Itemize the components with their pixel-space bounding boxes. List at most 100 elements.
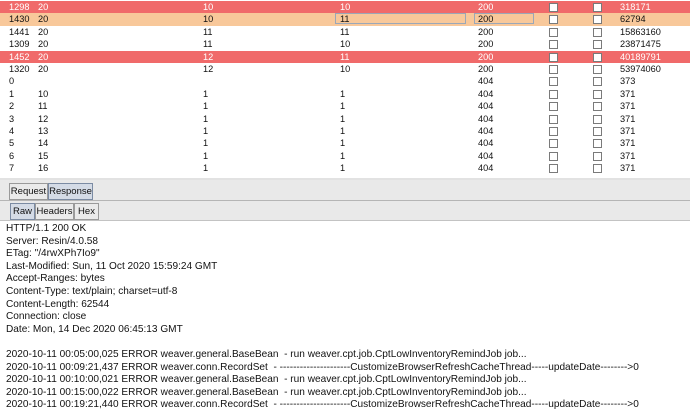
cell-id: 1 xyxy=(9,88,15,99)
cell-p2: 10 xyxy=(203,14,214,25)
cell-length: 40189791 xyxy=(620,51,661,62)
response-line: Content-Type: text/plain; charset=utf-8 xyxy=(6,286,178,297)
error-checkbox[interactable] xyxy=(549,40,558,50)
tab-hex[interactable]: Hex xyxy=(74,203,99,220)
cell-length: 371 xyxy=(620,101,636,112)
table-row[interactable]: 1320 20 12 10 200 53974060 xyxy=(0,63,690,75)
cell-p3: 1 xyxy=(340,101,346,112)
cell-length: 371 xyxy=(620,113,636,124)
cell-length: 23871475 xyxy=(620,39,661,50)
message-tabbar: Request Response xyxy=(0,180,690,201)
table-row[interactable]: 6 15 1 1 404 371 xyxy=(0,150,690,162)
timeout-checkbox[interactable] xyxy=(593,102,602,112)
table-row[interactable]: 1441 20 11 11 200 15863160 xyxy=(0,26,690,38)
tab-response[interactable]: Response xyxy=(48,183,93,200)
timeout-checkbox[interactable] xyxy=(593,15,602,25)
error-checkbox[interactable] xyxy=(549,15,558,25)
error-checkbox[interactable] xyxy=(549,65,558,74)
cell-p3: 1 xyxy=(340,126,346,136)
error-checkbox[interactable] xyxy=(549,89,558,99)
cell-p2: 1 xyxy=(203,163,209,174)
error-checkbox[interactable] xyxy=(549,114,558,124)
view-tabbar: Raw Headers Hex xyxy=(0,201,690,221)
cell-status: 200 xyxy=(478,2,494,12)
table-row[interactable]: 1430 20 10 11 200 62794 xyxy=(0,13,690,26)
timeout-checkbox[interactable] xyxy=(593,77,602,87)
table-row[interactable]: 0 404 373 xyxy=(0,75,690,87)
cell-length: 373 xyxy=(620,76,636,87)
response-line: Content-Length: 62544 xyxy=(6,298,110,310)
timeout-checkbox[interactable] xyxy=(593,3,602,12)
cell-status: 404 xyxy=(478,138,494,149)
timeout-checkbox[interactable] xyxy=(593,40,602,50)
cell-p1: 11 xyxy=(38,101,48,112)
cell-p3: 11 xyxy=(340,51,350,62)
cell-p3: 10 xyxy=(340,2,351,12)
cell-p3: 11 xyxy=(340,14,350,25)
timeout-checkbox[interactable] xyxy=(593,114,602,124)
cell-p3: 1 xyxy=(340,150,346,161)
table-row[interactable]: 1 10 1 1 404 371 xyxy=(0,88,690,100)
timeout-checkbox[interactable] xyxy=(593,139,602,149)
table-row[interactable]: 4 13 1 1 404 371 xyxy=(0,125,690,137)
cell-p3: 1 xyxy=(340,163,346,174)
timeout-checkbox[interactable] xyxy=(593,27,602,37)
timeout-checkbox[interactable] xyxy=(593,127,602,136)
error-checkbox[interactable] xyxy=(549,102,558,112)
cell-status: 404 xyxy=(478,113,494,124)
timeout-checkbox[interactable] xyxy=(593,65,602,74)
error-checkbox[interactable] xyxy=(549,151,558,161)
cell-status: 404 xyxy=(478,126,494,136)
table-row[interactable]: 1298 20 10 10 200 318171 xyxy=(0,1,690,14)
response-line: ETag: "/4rwXPh7Io9" xyxy=(6,248,100,260)
cell-p1: 20 xyxy=(38,39,49,50)
response-line: 2020-10-11 00:19:21,440 ERROR weaver.con… xyxy=(6,399,639,411)
tab-request[interactable]: Request xyxy=(9,183,48,200)
response-line: 2020-10-11 00:05:00,025 ERROR weaver.gen… xyxy=(6,349,527,360)
table-row[interactable]: 2 11 1 1 404 371 xyxy=(0,100,690,112)
cell-p2: 1 xyxy=(203,138,209,149)
cell-p3: 10 xyxy=(340,39,351,50)
response-body[interactable]: HTTP/1.1 200 OK Server: Resin/4.0.58 ETag:… xyxy=(0,221,690,411)
error-checkbox[interactable] xyxy=(549,3,558,12)
cell-p1: 20 xyxy=(38,26,49,37)
cell-p2: 12 xyxy=(203,51,214,62)
cell-status: 404 xyxy=(478,163,494,174)
timeout-checkbox[interactable] xyxy=(593,52,602,62)
response-line: 2020-10-11 00:09:21,437 ERROR weaver.con… xyxy=(6,361,639,373)
cell-id: 1441 xyxy=(9,26,30,37)
cell-id: 1298 xyxy=(9,2,30,12)
cell-p3: 1 xyxy=(340,138,346,149)
table-row[interactable]: 7 16 1 1 404 371 xyxy=(0,162,690,174)
error-checkbox[interactable] xyxy=(549,27,558,37)
table-row[interactable]: 5 14 1 1 404 371 xyxy=(0,137,690,149)
cell-length: 371 xyxy=(620,163,636,174)
response-line: HTTP/1.1 200 OK xyxy=(6,223,87,234)
cell-length: 15863160 xyxy=(620,26,661,37)
error-checkbox[interactable] xyxy=(549,139,558,149)
cell-p2: 1 xyxy=(203,150,209,161)
cell-id: 1309 xyxy=(9,39,30,50)
table-row[interactable]: 3 12 1 1 404 371 xyxy=(0,113,690,125)
cell-status: 200 xyxy=(478,64,494,74)
tab-headers[interactable]: Headers xyxy=(35,203,74,220)
tab-raw[interactable]: Raw xyxy=(10,203,35,220)
error-checkbox[interactable] xyxy=(549,127,558,136)
cell-p1: 20 xyxy=(38,64,49,74)
error-checkbox[interactable] xyxy=(549,77,558,87)
results-table: 1298 20 10 10 200 318171 1430 20 10 11 200 62794 144… xyxy=(0,0,690,178)
cell-status: 404 xyxy=(478,101,494,112)
cell-p1: 12 xyxy=(38,113,49,124)
timeout-checkbox[interactable] xyxy=(593,164,602,174)
cell-length: 53974060 xyxy=(620,64,661,74)
timeout-checkbox[interactable] xyxy=(593,89,602,99)
cell-p3: 1 xyxy=(340,113,346,124)
table-row[interactable]: 1309 20 11 10 200 23871475 xyxy=(0,38,690,50)
response-line: Last-Modified: Sun, 11 Oct 2020 15:59:24… xyxy=(6,260,218,272)
table-row[interactable]: 1452 20 12 11 200 40189791 xyxy=(0,50,690,63)
timeout-checkbox[interactable] xyxy=(593,151,602,161)
cell-p1: 20 xyxy=(38,2,49,12)
error-checkbox[interactable] xyxy=(549,52,558,62)
cell-p1: 10 xyxy=(38,88,49,99)
error-checkbox[interactable] xyxy=(549,164,558,174)
